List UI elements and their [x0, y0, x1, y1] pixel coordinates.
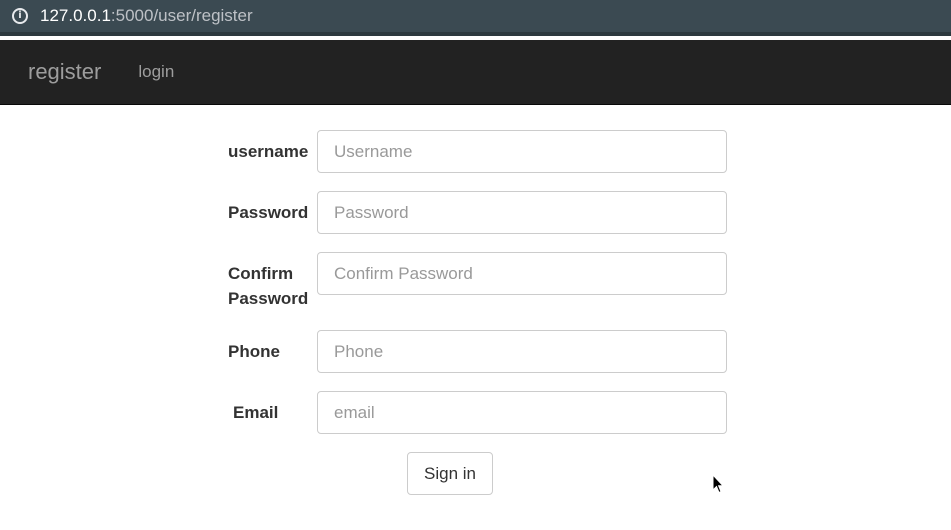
site-info-icon[interactable]: i — [12, 8, 28, 24]
navbar-brand-register[interactable]: register — [28, 59, 101, 85]
password-input[interactable] — [317, 191, 727, 234]
password-label: Password — [228, 203, 309, 222]
username-input[interactable] — [317, 130, 727, 173]
confirm-password-label-line2: Password — [228, 289, 309, 308]
phone-input[interactable] — [317, 330, 727, 373]
url-host: 127.0.0.1 — [40, 6, 111, 25]
confirm-password-input[interactable] — [317, 252, 727, 295]
browser-address-bar[interactable]: i 127.0.0.1:5000/user/register — [0, 0, 951, 36]
mouse-pointer-icon — [712, 474, 724, 494]
email-label: Email — [233, 403, 279, 422]
phone-label: Phone — [228, 342, 280, 361]
username-label: username — [228, 142, 309, 161]
url-path: :5000/user/register — [110, 6, 253, 25]
sign-in-button[interactable]: Sign in — [407, 452, 493, 495]
email-input[interactable] — [317, 391, 727, 434]
confirm-password-label-line1: Confirm — [228, 264, 294, 283]
navbar: register login — [0, 40, 951, 105]
url-text[interactable]: 127.0.0.1:5000/user/register — [40, 6, 253, 26]
nav-link-login[interactable]: login — [138, 62, 174, 82]
